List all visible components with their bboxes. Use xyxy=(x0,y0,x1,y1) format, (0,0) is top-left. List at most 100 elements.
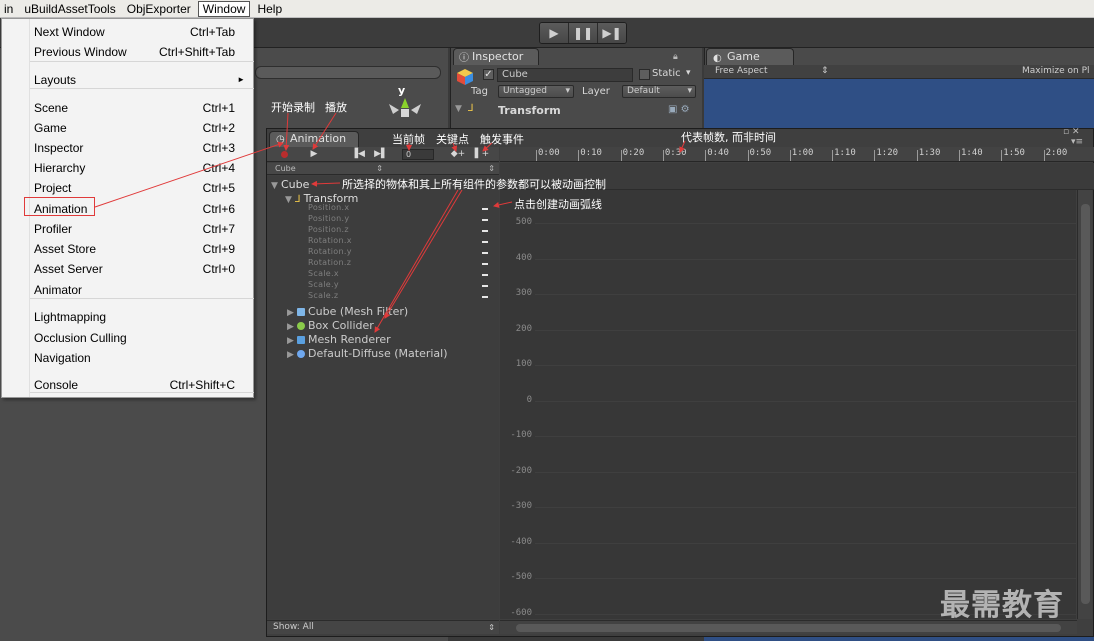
menu-item-previous-window[interactable]: Previous Window xyxy=(34,43,127,61)
foldout-icon[interactable]: ▶ xyxy=(287,350,297,360)
static-checkbox[interactable] xyxy=(639,69,650,80)
current-frame-field[interactable]: 0 xyxy=(402,149,434,160)
aspect-dropdown[interactable]: Free Aspect xyxy=(715,66,768,76)
aspect-dropdown-icon[interactable]: ⇕ xyxy=(821,66,829,76)
add-keyframe-icon[interactable]: ◆+ xyxy=(449,147,467,161)
tag-dropdown[interactable]: Untagged xyxy=(498,85,574,98)
clip-selector[interactable]: Cube ⇕ xyxy=(267,163,499,175)
prev-keyframe-icon[interactable]: ▐◀ xyxy=(349,147,367,161)
tab-animation[interactable]: ◷ Animation xyxy=(269,131,359,147)
foldout-icon[interactable]: ▼ xyxy=(271,181,281,191)
tree-component-mesh-filter[interactable]: ▶ Cube (Mesh Filter) xyxy=(287,305,408,318)
menu-item-project[interactable]: Project xyxy=(34,179,71,197)
window-controls-icon[interactable]: ▫ ✕ xyxy=(1063,127,1080,137)
menu-item-occlusion-culling[interactable]: Occlusion Culling xyxy=(34,329,127,347)
scrollbar-thumb[interactable] xyxy=(1081,204,1090,604)
curve-toggle-icon[interactable] xyxy=(482,219,488,221)
grid-line xyxy=(535,329,1076,331)
property-position-y[interactable]: Position.y xyxy=(308,214,349,223)
show-filter-dropdown[interactable]: Show: All xyxy=(267,620,499,634)
record-button[interactable] xyxy=(281,151,288,158)
component-settings-icon[interactable]: ▣ ⚙ xyxy=(668,104,690,115)
menu-item-lightmapping[interactable]: Lightmapping xyxy=(34,308,106,326)
tab-game[interactable]: ◐ Game xyxy=(706,48,794,65)
curve-toggle-icon[interactable] xyxy=(482,296,488,298)
maximize-on-play-toggle[interactable]: Maximize on Pl xyxy=(1022,66,1090,76)
play-button[interactable]: ▶ xyxy=(540,23,569,43)
menu-item-inspector[interactable]: Inspector xyxy=(34,139,83,157)
menu-item-layouts[interactable]: Layouts xyxy=(34,71,76,89)
scrollbar-thumb[interactable] xyxy=(516,624,1061,632)
lock-icon[interactable]: 🔒︎ xyxy=(673,52,678,62)
scene-gizmo-icon[interactable] xyxy=(383,96,427,124)
curve-toggle-icon[interactable] xyxy=(482,241,488,243)
property-scale-z[interactable]: Scale.z xyxy=(308,291,338,300)
property-position-x[interactable]: Position.x xyxy=(308,203,349,212)
ruler-tick-label: 0:50 xyxy=(747,148,772,161)
next-keyframe-icon[interactable]: ▶▌ xyxy=(372,147,390,161)
vertical-scrollbar[interactable] xyxy=(1077,190,1092,619)
tree-root[interactable]: ▼ Cube xyxy=(271,178,309,191)
menu-item-game[interactable]: Game xyxy=(34,119,67,137)
foldout-icon[interactable]: ▶ xyxy=(287,322,297,332)
component-foldout-icon[interactable]: ▼ xyxy=(455,104,462,114)
game-tab-label: Game xyxy=(727,50,760,63)
curve-toggle-icon[interactable] xyxy=(482,208,488,210)
component-label: Mesh Renderer xyxy=(308,333,391,346)
menu-shortcut: Ctrl+Shift+Tab xyxy=(158,45,235,59)
component-label: Default-Diffuse (Material) xyxy=(308,347,448,360)
menu-help[interactable]: Help xyxy=(253,1,286,17)
menu-item-animator[interactable]: Animator xyxy=(34,281,82,299)
grid-line xyxy=(535,365,1076,366)
curve-toggle-icon[interactable] xyxy=(482,230,488,232)
curve-editor[interactable] xyxy=(500,190,1076,619)
y-axis-label: -200 xyxy=(510,465,532,476)
curve-toggle-icon[interactable] xyxy=(482,285,488,287)
static-dropdown-icon[interactable]: ▾ xyxy=(686,68,691,78)
menu-item-asset-store[interactable]: Asset Store xyxy=(34,240,96,258)
tree-component-box-collider[interactable]: ▶ Box Collider xyxy=(287,319,374,332)
ruler-tick-label: 0:10 xyxy=(578,148,602,161)
play-animation-icon[interactable]: ▶ xyxy=(305,147,323,161)
menu-item-profiler[interactable]: Profiler xyxy=(34,220,72,238)
property-rotation-y[interactable]: Rotation.y xyxy=(308,247,352,256)
note-ruler: 代表帧数, 而非时间 xyxy=(681,131,776,144)
menu-item-scene[interactable]: Scene xyxy=(34,99,68,117)
layer-dropdown[interactable]: Default xyxy=(622,85,696,98)
foldout-icon[interactable]: ▶ xyxy=(287,308,297,318)
window-options-icon[interactable]: ▾≡ xyxy=(1071,137,1083,147)
property-rotation-z[interactable]: Rotation.z xyxy=(308,258,351,267)
menu-partial[interactable]: in xyxy=(0,1,17,17)
property-rotation-x[interactable]: Rotation.x xyxy=(308,236,352,245)
step-button[interactable]: ▶❚ xyxy=(598,23,626,43)
menu-item-asset-server[interactable]: Asset Server xyxy=(34,260,103,278)
menu-item-next-window[interactable]: Next Window xyxy=(34,23,105,41)
foldout-icon[interactable]: ▶ xyxy=(287,336,297,346)
tab-inspector[interactable]: ⓘ Inspector xyxy=(453,48,539,65)
pause-button[interactable]: ❚❚ xyxy=(569,23,598,43)
foldout-icon[interactable]: ▼ xyxy=(285,195,295,205)
animation-toolbar: ▶ ▐◀ ▶▌ ◆+ ▌+ xyxy=(267,147,499,162)
menu-item-navigation[interactable]: Navigation xyxy=(34,349,91,367)
property-scale-x[interactable]: Scale.x xyxy=(308,269,339,278)
menu-item-hierarchy[interactable]: Hierarchy xyxy=(34,159,85,177)
curve-toggle-icon[interactable] xyxy=(482,252,488,254)
menu-objexporter[interactable]: ObjExporter xyxy=(123,1,195,17)
menu-separator xyxy=(30,61,254,62)
property-position-z[interactable]: Position.z xyxy=(308,225,349,234)
clip-options-icon[interactable]: ⇕ xyxy=(488,163,495,174)
scene-search-input[interactable] xyxy=(255,66,441,79)
tree-component-mesh-renderer[interactable]: ▶ Mesh Renderer xyxy=(287,333,391,346)
menu-window[interactable]: Window xyxy=(197,0,251,17)
timeline-ruler[interactable]: 0:00 0:10 0:20 0:30 0:40 0:50 1:00 1:10 1:20 1:30… xyxy=(500,147,1094,162)
add-event-icon[interactable]: ▌+ xyxy=(473,147,491,161)
object-active-checkbox[interactable]: ✓ xyxy=(483,69,494,80)
ruler-tick-label: 0:00 xyxy=(536,148,560,161)
tree-component-material[interactable]: ▶ Default-Diffuse (Material) xyxy=(287,347,448,360)
curve-toggle-icon[interactable] xyxy=(482,274,488,276)
property-scale-y[interactable]: Scale.y xyxy=(308,280,339,289)
menu-ubuildassettools[interactable]: uBuildAssetTools xyxy=(20,1,119,17)
grid-line xyxy=(535,436,1076,437)
object-name-field[interactable]: Cube xyxy=(497,68,633,82)
curve-toggle-icon[interactable] xyxy=(482,263,488,265)
